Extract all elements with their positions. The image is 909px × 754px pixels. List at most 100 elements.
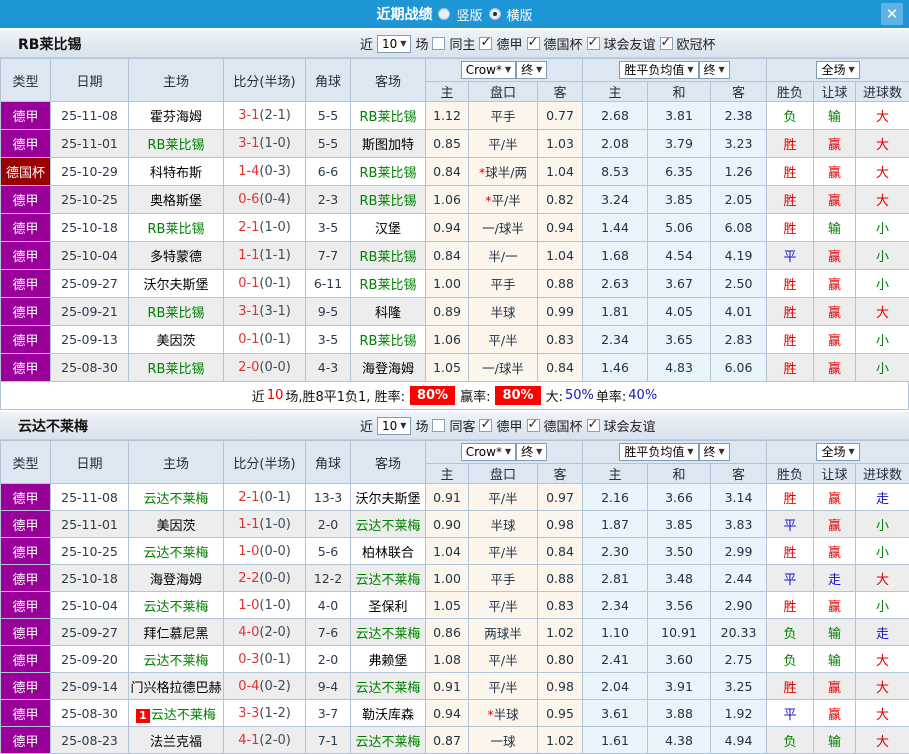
avg-away-cell: 4.94	[711, 727, 767, 754]
odds-stage-select[interactable]: 终▼	[516, 443, 547, 461]
away-team-cell: 汉堡	[351, 214, 426, 242]
avg-type-select[interactable]: 胜平负均值▼	[619, 61, 698, 79]
handicap-cell: 平/半	[469, 130, 538, 158]
date-cell: 25-11-01	[51, 511, 129, 538]
halftime-score: (0-1)	[259, 276, 290, 291]
handicap-text: 平/半	[488, 491, 517, 506]
chevron-down-icon: ▼	[848, 63, 854, 77]
league-checkbox-label: 球会友谊	[604, 34, 656, 53]
avg-draw-cell: 3.66	[648, 484, 711, 511]
home-team-cell: 云达不莱梅	[129, 538, 224, 565]
match-row: 德国杯25-10-29科特布斯1-4(0-3)6-6RB莱比锡0.84*球半/两…	[1, 158, 909, 186]
match-scope-select[interactable]: 全场▼	[816, 61, 859, 79]
home-team-name: 云达不莱梅	[143, 546, 208, 561]
date-cell: 25-08-30	[51, 354, 129, 382]
avg-draw-cell: 4.38	[648, 727, 711, 754]
league-cell: 德甲	[1, 619, 51, 646]
handicap-result-cell: 赢	[814, 673, 856, 700]
odds-away-cell: 1.02	[538, 619, 583, 646]
away-team-name: 云达不莱梅	[355, 735, 420, 750]
corners-cell: 6-6	[306, 158, 351, 186]
avg-away-cell: 2.75	[711, 646, 767, 673]
close-button[interactable]: ✕	[881, 3, 903, 25]
score-cell: 0-6(0-4)	[224, 186, 306, 214]
odds-away-cell: 0.94	[538, 214, 583, 242]
header-sub-col: 进球数	[856, 82, 909, 102]
league-checkbox-1[interactable]	[527, 37, 540, 50]
layout-radio-vertical[interactable]	[438, 8, 450, 20]
match-count-select[interactable]: 10▼	[377, 417, 411, 435]
away-team-cell: 云达不莱梅	[351, 511, 426, 538]
avg-type-select[interactable]: 胜平负均值▼	[619, 443, 698, 461]
layout-radio-horizontal[interactable]	[489, 8, 501, 20]
header-col-4: 角球	[306, 441, 351, 484]
corners-cell: 13-3	[306, 484, 351, 511]
odds-away-cell: 0.77	[538, 102, 583, 130]
odds-home-cell: 0.85	[426, 130, 469, 158]
avg-home-cell: 8.53	[583, 158, 648, 186]
halftime-score: (0-1)	[259, 652, 290, 667]
avg-home-cell: 2.41	[583, 646, 648, 673]
header-col-1: 日期	[51, 59, 129, 102]
away-team-cell: 海登海姆	[351, 354, 426, 382]
avg-home-cell: 1.68	[583, 242, 648, 270]
league-checkbox-0[interactable]	[479, 37, 492, 50]
odds-source-select[interactable]: Crow*▼	[461, 61, 516, 79]
away-team-name: 云达不莱梅	[355, 573, 420, 588]
result-cell: 胜	[767, 270, 814, 298]
league-checkbox-3[interactable]	[660, 37, 673, 50]
header-col-2: 主场	[129, 59, 224, 102]
away-team-name: 海登海姆	[362, 362, 414, 377]
corners-cell: 2-0	[306, 646, 351, 673]
header-sub-col: 主	[583, 82, 648, 102]
avg-away-cell: 2.05	[711, 186, 767, 214]
halftime-score: (3-1)	[259, 304, 290, 319]
avg-away-cell: 1.26	[711, 158, 767, 186]
league-checkbox-0[interactable]	[479, 419, 492, 432]
avg-stage-select[interactable]: 终▼	[699, 443, 730, 461]
match-count-select[interactable]: 10▼	[377, 35, 411, 53]
odds-source-select[interactable]: Crow*▼	[461, 443, 516, 461]
same-venue-checkbox[interactable]	[432, 37, 445, 50]
handicap-text: 一球	[490, 734, 515, 749]
match-row: 德甲25-10-04多特蒙德1-1(1-1)7-7RB莱比锡0.84半/一1.0…	[1, 242, 909, 270]
odds-home-cell: 1.04	[426, 538, 469, 565]
odds-stage-select-value: 终	[521, 63, 533, 77]
summary-part: 大:	[546, 386, 563, 405]
same-venue-checkbox[interactable]	[432, 419, 445, 432]
avg-home-cell: 2.34	[583, 326, 648, 354]
match-scope-select[interactable]: 全场▼	[816, 443, 859, 461]
avg-stage-select[interactable]: 终▼	[699, 61, 730, 79]
goals-result-cell: 大	[856, 158, 909, 186]
summary-part: 80%	[410, 386, 455, 405]
score-cell: 2-1(1-0)	[224, 214, 306, 242]
odds-home-cell: 1.05	[426, 354, 469, 382]
match-row: 德甲25-09-14门兴格拉德巴赫0-4(0-2)9-4云达不莱梅0.91平/半…	[1, 673, 909, 700]
handicap-cell: 平/半	[469, 538, 538, 565]
league-checkbox-2[interactable]	[587, 419, 600, 432]
corners-cell: 3-7	[306, 700, 351, 727]
handicap-result-cell: 赢	[814, 538, 856, 565]
avg-away-cell: 20.33	[711, 619, 767, 646]
result-cell: 负	[767, 646, 814, 673]
fulltime-score: 1-1	[238, 248, 259, 263]
home-team-cell: RB莱比锡	[129, 214, 224, 242]
result-cell: 负	[767, 102, 814, 130]
home-team-cell: RB莱比锡	[129, 298, 224, 326]
league-checkbox-2[interactable]	[587, 37, 600, 50]
date-cell: 25-10-18	[51, 214, 129, 242]
away-team-cell: 云达不莱梅	[351, 673, 426, 700]
odds-away-cell: 1.04	[538, 158, 583, 186]
avg-draw-cell: 3.79	[648, 130, 711, 158]
match-row: 德甲25-10-04云达不莱梅1-0(1-0)4-0圣保利1.05平/半0.83…	[1, 592, 909, 619]
league-checkbox-1[interactable]	[527, 419, 540, 432]
header-col-5: 客场	[351, 441, 426, 484]
header-col-1: 日期	[51, 441, 129, 484]
away-team-cell: RB莱比锡	[351, 102, 426, 130]
home-team-name: 多特蒙德	[150, 250, 202, 265]
handicap-result-cell: 赢	[814, 158, 856, 186]
odds-stage-select[interactable]: 终▼	[516, 61, 547, 79]
halftime-score: (0-1)	[259, 332, 290, 347]
odds-home-cell: 1.00	[426, 565, 469, 592]
avg-home-cell: 1.81	[583, 298, 648, 326]
